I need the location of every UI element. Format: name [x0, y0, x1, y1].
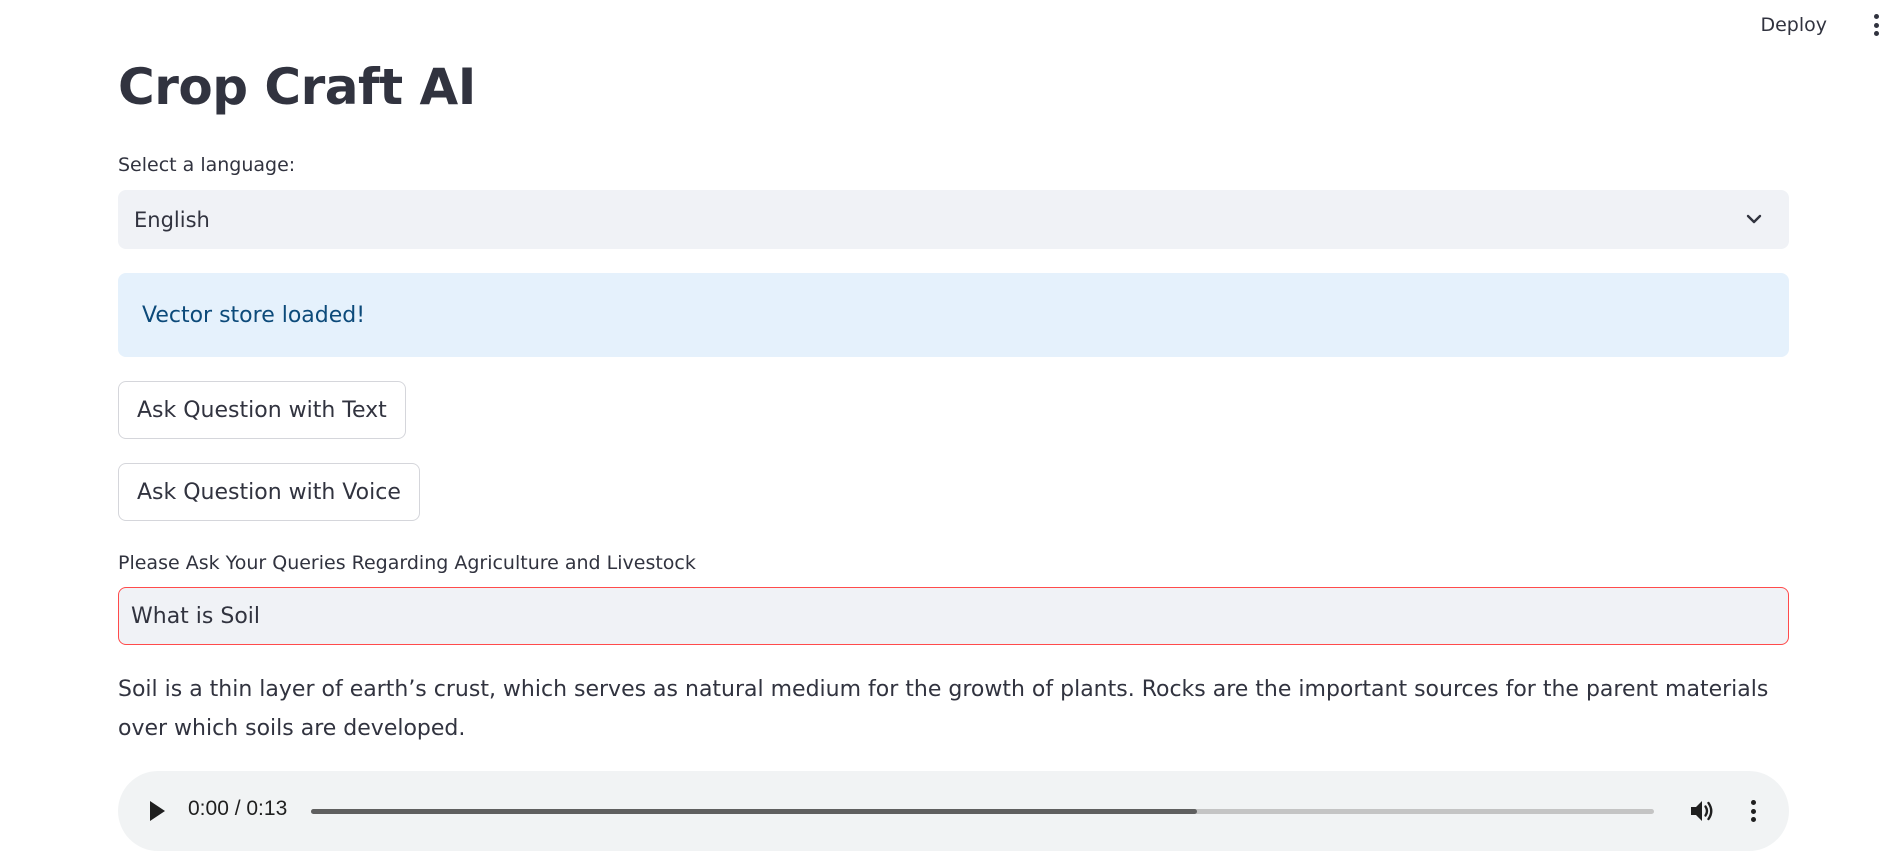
- deploy-button[interactable]: Deploy: [1752, 12, 1835, 38]
- info-alert: Vector store loaded!: [118, 273, 1789, 357]
- app-header: Deploy: [0, 0, 1899, 52]
- query-label: Please Ask Your Queries Regarding Agricu…: [118, 552, 696, 574]
- audio-menu-icon[interactable]: [1749, 800, 1757, 822]
- audio-player: 0:00 / 0:13: [118, 771, 1789, 851]
- ask-text-button[interactable]: Ask Question with Text: [118, 381, 406, 439]
- play-icon[interactable]: [148, 800, 166, 822]
- ask-voice-button[interactable]: Ask Question with Voice: [118, 463, 420, 521]
- chevron-down-icon: [1746, 214, 1762, 224]
- language-label: Select a language:: [118, 154, 296, 176]
- main-menu-icon[interactable]: [1871, 14, 1881, 36]
- query-input[interactable]: What is Soil: [118, 587, 1789, 645]
- page-title: Crop Craft AI: [118, 58, 476, 116]
- language-selected-value: English: [134, 207, 210, 232]
- audio-buffered-fill: [311, 809, 1198, 814]
- volume-icon[interactable]: [1689, 798, 1715, 824]
- query-input-value: What is Soil: [131, 603, 261, 629]
- answer-text: Soil is a thin layer of earth’s crust, w…: [118, 677, 1769, 741]
- language-select[interactable]: English: [118, 190, 1789, 249]
- audio-progress-bar[interactable]: [311, 809, 1654, 814]
- audio-time: 0:00 / 0:13: [188, 797, 288, 820]
- info-alert-text: Vector store loaded!: [142, 302, 366, 328]
